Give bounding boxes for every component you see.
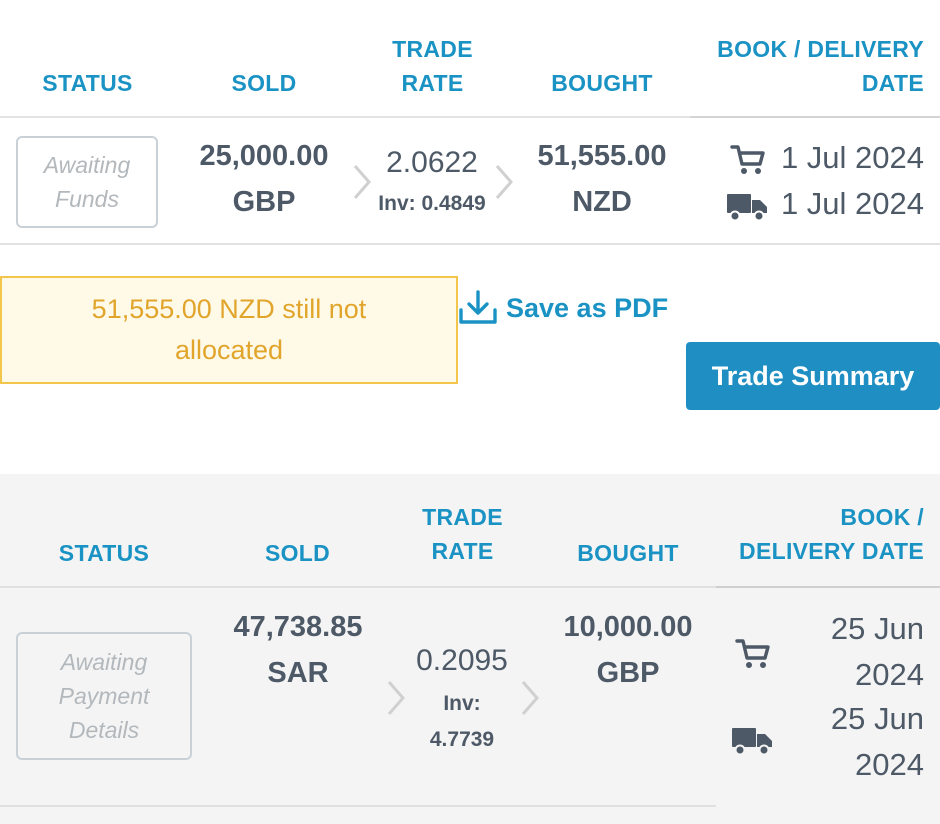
- sold-value: 47,738.85: [233, 611, 363, 643]
- status-line: Payment: [58, 683, 150, 709]
- status-header: STATUS: [42, 70, 133, 96]
- delivery-date-line: 25 Jun: [830, 701, 924, 736]
- book-date: 1 Jul 2024: [780, 140, 924, 175]
- truck-icon: [727, 194, 767, 222]
- inverse-rate: Inv: 4.7739: [402, 686, 522, 758]
- sold-value: 25,000.00: [199, 140, 329, 172]
- status-header: STATUS: [58, 540, 150, 566]
- notice-line: allocated: [174, 335, 284, 365]
- status-line: Awaiting: [60, 649, 148, 675]
- delivery-date: 25 Jun 2024: [780, 696, 924, 788]
- trade-summary-button[interactable]: Trade Summary: [686, 342, 940, 410]
- trade-rate-header-line2: RATE: [401, 70, 464, 96]
- bought-amount: 10,000.00 GBP: [542, 604, 714, 696]
- inverse-rate-label: Inv:: [443, 692, 481, 715]
- sold-header: SOLD: [231, 70, 297, 96]
- sold-currency: GBP: [232, 186, 296, 218]
- sold-header: SOLD: [264, 540, 331, 566]
- book-delivery-header: BOOK / DELIVERY DATE: [690, 32, 924, 100]
- divider: [0, 805, 716, 807]
- divider: [0, 243, 940, 245]
- delivery-date-line: 2024: [855, 747, 924, 782]
- book-date-line: 25 Jun: [830, 611, 924, 646]
- inverse-rate: Inv: 0.4849: [378, 192, 486, 215]
- bought-value: 10,000.00: [563, 611, 693, 643]
- sold-amount: 47,738.85 SAR: [212, 604, 384, 696]
- truck-icon: [732, 728, 772, 756]
- book-delivery-header-line1: BOOK /: [840, 504, 924, 530]
- save-as-pdf-label: Save as PDF: [506, 292, 669, 323]
- status-badge: Awaiting Payment Details: [16, 632, 192, 760]
- chevron-right-icon: [495, 165, 513, 199]
- status-line: Funds: [55, 186, 119, 212]
- divider: [716, 586, 940, 588]
- trade-rate: 0.2095: [416, 644, 508, 677]
- divider: [0, 586, 716, 588]
- trade-rate-header-line2: RATE: [431, 538, 494, 564]
- bought-value: 51,555.00: [537, 140, 667, 172]
- divider: [690, 116, 940, 118]
- book-date-line: 2024: [855, 657, 924, 692]
- trade-rate-header: TRADE RATE: [370, 32, 495, 100]
- book-delivery-header-line1: BOOK / DELIVERY: [717, 36, 924, 62]
- book-delivery-header-line2: DATE: [861, 70, 924, 96]
- book-delivery-header-line2: DELIVERY DATE: [739, 538, 924, 564]
- trade-rate-header: TRADE RATE: [400, 500, 525, 568]
- inverse-rate-value: 4.7739: [429, 728, 495, 751]
- book-delivery-header: BOOK / DELIVERY DATE: [716, 500, 924, 568]
- divider: [0, 116, 690, 118]
- delivery-date: 1 Jul 2024: [780, 186, 924, 221]
- bought-header: BOUGHT: [551, 70, 653, 96]
- bought-amount: 51,555.00 NZD: [516, 133, 688, 225]
- save-as-pdf-link[interactable]: Save as PDF: [458, 290, 668, 326]
- cart-icon: [735, 639, 770, 668]
- trade-rate: 2.0622: [386, 146, 478, 179]
- bought-currency: NZD: [572, 186, 632, 218]
- chevron-right-icon: [521, 681, 539, 715]
- notice-line: 51,555.00 NZD still not: [91, 294, 367, 324]
- cart-icon: [730, 145, 765, 174]
- trade-rate-header-line1: TRADE: [392, 36, 473, 62]
- unallocated-notice: 51,555.00 NZD still not allocated: [0, 276, 458, 384]
- sold-currency: SAR: [267, 657, 329, 689]
- book-date: 25 Jun 2024: [780, 606, 924, 698]
- trade-rate-header-line1: TRADE: [422, 504, 503, 530]
- sold-amount: 25,000.00 GBP: [180, 133, 348, 225]
- bought-header: BOUGHT: [577, 540, 679, 566]
- bought-currency: GBP: [596, 657, 660, 689]
- status-line: Details: [68, 717, 140, 743]
- status-badge: Awaiting Funds: [16, 136, 158, 228]
- status-line: Awaiting: [43, 152, 131, 178]
- download-icon: [459, 290, 497, 324]
